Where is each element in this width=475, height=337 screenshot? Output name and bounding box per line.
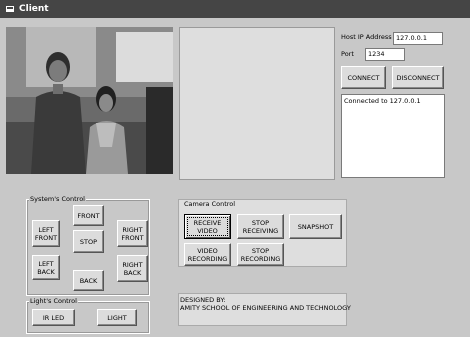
host-ip-input[interactable]: 127.0.0.1: [393, 32, 443, 45]
video-feed: [6, 27, 173, 174]
back-button[interactable]: BACK: [73, 270, 104, 291]
systems-control-title: System's Control: [29, 195, 86, 203]
ir-led-button[interactable]: IR LED: [32, 309, 75, 326]
camera-control-title: Camera Control: [183, 200, 237, 208]
stop-recording-button[interactable]: STOP RECORDING: [237, 243, 284, 266]
disconnect-button[interactable]: DISCONNECT: [392, 66, 444, 89]
host-ip-label: Host IP Address: [341, 33, 392, 41]
institution-name: AMITY SCHOOL OF ENGINEERING AND TECHNOLO…: [180, 304, 351, 312]
camera-image: [6, 27, 173, 174]
title-bar[interactable]: Client: [0, 0, 470, 18]
client-window: Client Host IP Address 127.0.0.1 Port 12…: [0, 0, 470, 337]
port-label: Port: [341, 50, 354, 58]
snapshot-button[interactable]: SNAPSHOT: [289, 214, 342, 239]
lights-control-title: Light's Control: [29, 297, 78, 305]
left-back-button[interactable]: LEFT BACK: [32, 255, 60, 280]
right-back-button[interactable]: RIGHT BACK: [117, 255, 148, 282]
right-front-button[interactable]: RIGHT FRONT: [117, 220, 148, 247]
designed-by-label: DESIGNED BY:: [180, 296, 226, 304]
front-button[interactable]: FRONT: [73, 205, 104, 226]
connect-button[interactable]: CONNECT: [341, 66, 386, 89]
port-input[interactable]: 1234: [365, 48, 405, 61]
status-log: Connected to 127.0.0.1: [341, 94, 445, 178]
snapshot-preview: [179, 27, 335, 180]
stop-receiving-button[interactable]: STOP RECEIVING: [237, 214, 284, 239]
receive-video-button[interactable]: RECEIVE VIDEO: [184, 214, 231, 239]
light-button[interactable]: LIGHT: [97, 309, 137, 326]
window-icon: [6, 6, 14, 12]
status-text: Connected to 127.0.0.1: [344, 97, 421, 105]
window-title: Client: [19, 4, 49, 14]
left-front-button[interactable]: LEFT FRONT: [32, 220, 60, 247]
video-recording-button[interactable]: VIDEO RECORDING: [184, 243, 231, 266]
stop-button[interactable]: STOP: [73, 230, 104, 253]
